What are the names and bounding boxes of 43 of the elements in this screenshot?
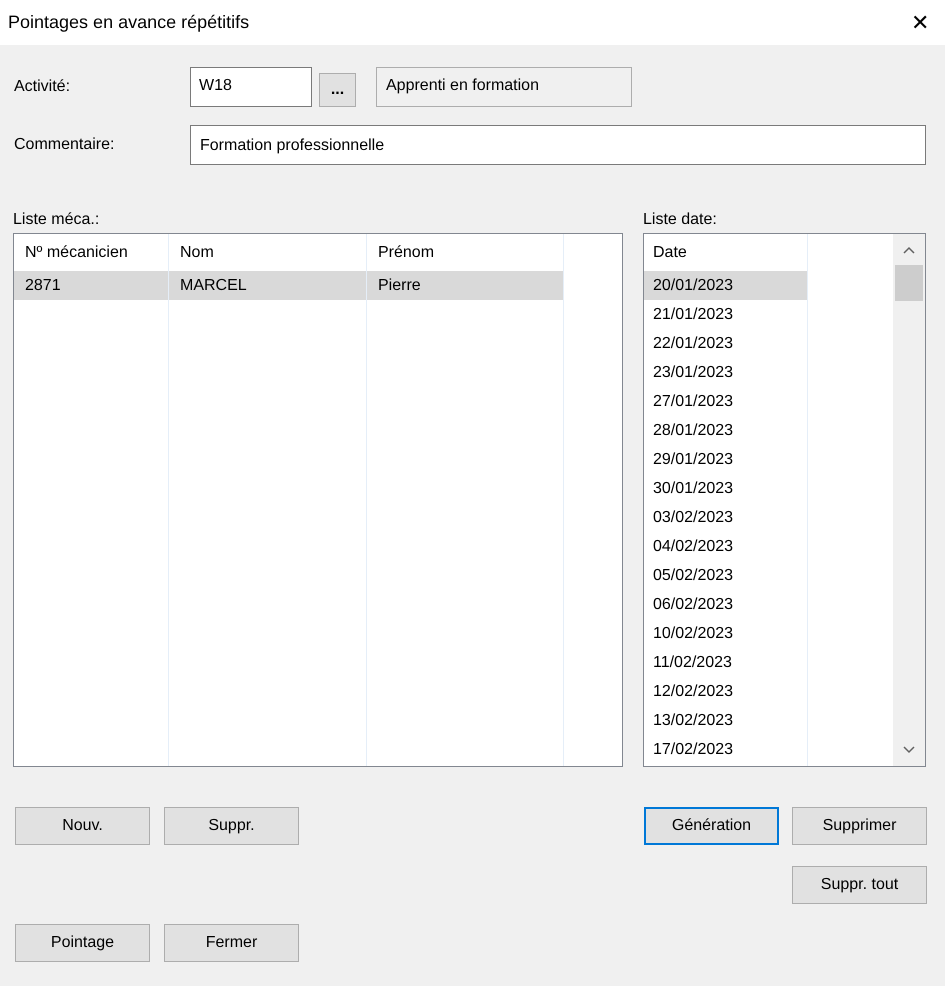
date-item[interactable]: 20/01/2023	[644, 271, 807, 300]
date-item[interactable]: 03/02/2023	[644, 503, 807, 532]
list-label: Liste méca.:	[13, 210, 100, 230]
dialog-button[interactable]: Fermer	[164, 924, 299, 962]
list-label: Liste date:	[643, 210, 718, 230]
date-item[interactable]: 10/02/2023	[644, 619, 807, 648]
close-button[interactable]: ✕	[911, 12, 929, 34]
activity-field[interactable]: W18	[190, 67, 312, 107]
dialog-button[interactable]: Nouv.	[15, 807, 150, 845]
date-item[interactable]: 28/01/2023	[644, 416, 807, 445]
dialog-button[interactable]: Supprimer	[792, 807, 927, 845]
date-item[interactable]: 06/02/2023	[644, 590, 807, 619]
column-header[interactable]: Prénom	[367, 234, 563, 271]
scroll-thumb[interactable]	[895, 265, 923, 301]
table-cell[interactable]: 2871	[14, 271, 168, 300]
column-header[interactable]: Nom	[169, 234, 366, 271]
date-item[interactable]: 13/02/2023	[644, 706, 807, 735]
date-item[interactable]: 22/01/2023	[644, 329, 807, 358]
browse-button[interactable]: ...	[319, 73, 356, 107]
date-item[interactable]: 23/01/2023	[644, 358, 807, 387]
date-item[interactable]: 29/01/2023	[644, 445, 807, 474]
window-title: Pointages en avance répétitifs	[8, 11, 250, 34]
date-item[interactable]: 04/02/2023	[644, 532, 807, 561]
column-header[interactable]: Nº mécanicien	[14, 234, 168, 271]
date-item[interactable]: 30/01/2023	[644, 474, 807, 503]
date-item[interactable]: 21/01/2023	[644, 300, 807, 329]
field-label: Activité:	[14, 77, 72, 97]
dialog-button[interactable]: Suppr.	[164, 807, 299, 845]
field-label: Commentaire:	[14, 135, 116, 155]
date-item[interactable]: 05/02/2023	[644, 561, 807, 590]
scrollbar[interactable]	[893, 234, 925, 766]
date-item[interactable]: 17/02/2023	[644, 735, 807, 764]
column-header[interactable]: Date	[644, 234, 807, 271]
comment-field[interactable]: Formation professionnelle	[190, 125, 926, 165]
table-cell[interactable]: MARCEL	[169, 271, 366, 300]
date-item[interactable]: 11/02/2023	[644, 648, 807, 677]
dialog-button[interactable]: Génération	[644, 807, 779, 845]
table-cell[interactable]: Pierre	[367, 271, 563, 300]
date-item[interactable]: 12/02/2023	[644, 677, 807, 706]
description-field: Apprenti en formation	[376, 67, 632, 107]
dialog-button[interactable]: Suppr. tout	[792, 866, 927, 904]
dialog-button[interactable]: Pointage	[15, 924, 150, 962]
date-item[interactable]: 27/01/2023	[644, 387, 807, 416]
